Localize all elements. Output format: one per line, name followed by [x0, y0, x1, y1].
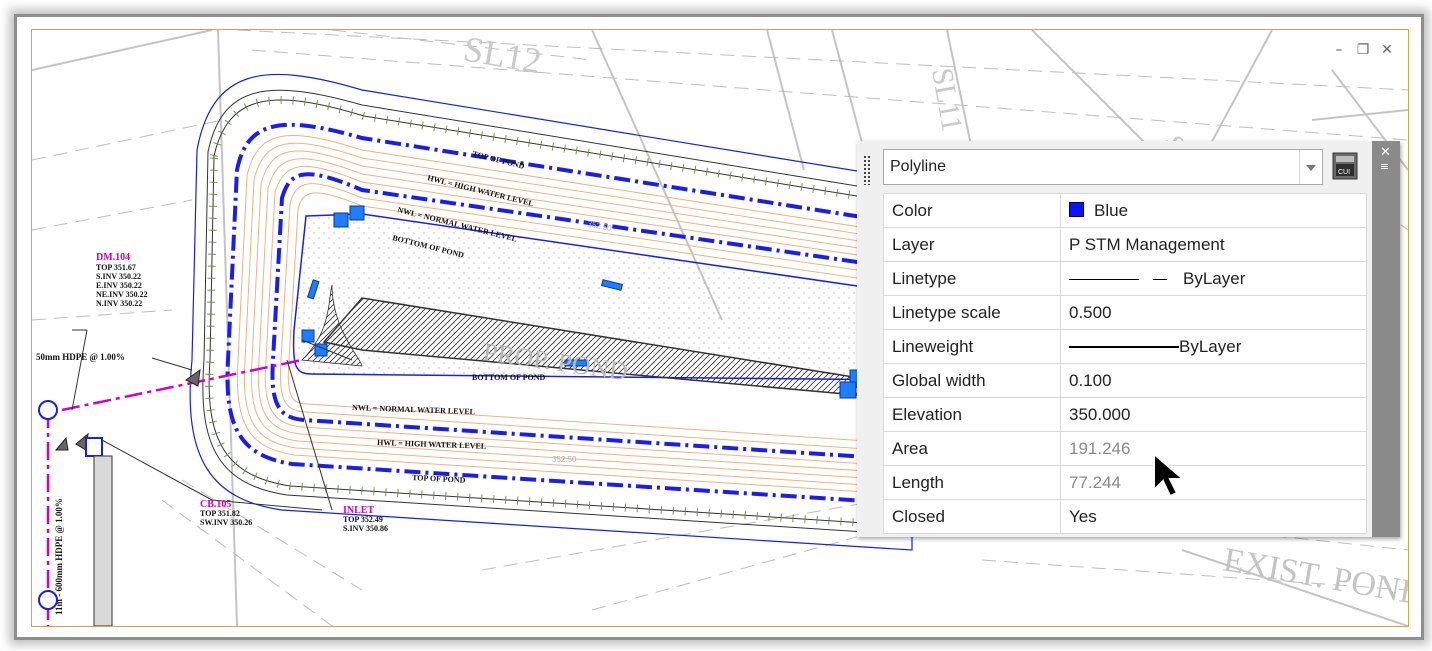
property-value-closed[interactable]: Yes	[1060, 499, 1367, 534]
leader-pipe	[151, 357, 193, 371]
linetype-preview-icon	[1069, 273, 1179, 285]
property-row-closed[interactable]: Closed Yes	[883, 499, 1367, 534]
catch-basin-cb105	[85, 437, 103, 457]
property-value-global-width[interactable]: 0.100	[1060, 363, 1367, 398]
cb105-top: TOP 351.82	[200, 509, 240, 518]
color-swatch-icon	[1069, 201, 1084, 217]
cb105-inv: SW.INV 350.26	[200, 518, 252, 527]
close-icon[interactable]: ✕	[1378, 42, 1396, 58]
dm104-top: TOP 351.67	[96, 263, 136, 272]
inlet-inv: S.INV 350.86	[343, 524, 388, 533]
inlet-name: INLET	[343, 505, 374, 516]
property-key: Color	[883, 193, 1061, 228]
cui-label: CUI	[1338, 169, 1350, 176]
inlet-top: TOP 352.49	[343, 515, 383, 524]
pipe-label: 50mm HDPE @ 1.00%	[36, 352, 125, 362]
properties-grid: Color Blue Layer P STM Management Linety…	[883, 193, 1367, 534]
palette-body: Polyline CUI Color Blue Layer P STM Mana…	[879, 141, 1372, 537]
property-row-elevation[interactable]: Elevation 350.000	[883, 397, 1367, 432]
property-key: Linetype scale	[883, 295, 1061, 330]
viewport-controls: – ❐ ✕	[1330, 42, 1396, 58]
property-key: Area	[883, 431, 1061, 466]
property-row-lineweight[interactable]: Lineweight ByLayer	[883, 329, 1367, 364]
label-hwl-2: HWL = HIGH WATER LEVEL	[377, 438, 486, 451]
parcel-label-sl12: SL12	[461, 30, 545, 81]
vertical-pipe-label: 11m - 600mm HDPE @ 1.00%	[54, 498, 64, 615]
close-icon[interactable]: ✕	[1380, 145, 1391, 160]
object-type-value: Polyline	[890, 158, 947, 175]
chevron-down-icon[interactable]	[1299, 150, 1322, 184]
label-top-of-pond-2: TOP OF POND	[412, 473, 466, 485]
property-row-global-width[interactable]: Global width 0.100	[883, 363, 1367, 398]
property-value-lineweight[interactable]: ByLayer	[1060, 329, 1367, 364]
property-value-linetype-scale[interactable]: 0.500	[1060, 295, 1367, 330]
property-key: Elevation	[883, 397, 1061, 432]
property-value-layer[interactable]: P STM Management	[1060, 227, 1367, 262]
property-row-linetype-scale[interactable]: Linetype scale 0.500	[883, 295, 1367, 330]
leader-dm	[71, 329, 88, 411]
cb105-name: CB.105	[200, 499, 231, 510]
dm104-ninv: N.INV 350.22	[96, 299, 142, 308]
dm104-neinv: NE.INV 350.22	[96, 290, 148, 299]
property-key: Lineweight	[883, 329, 1061, 364]
exist-pond-label: EXIST. POND	[1221, 541, 1408, 613]
property-key: Closed	[883, 499, 1061, 534]
pipe-corridor	[93, 455, 113, 626]
leader-cb	[101, 439, 213, 501]
dm104-einv: E.INV 350.22	[96, 281, 142, 290]
grip-icon	[863, 155, 871, 185]
property-value-color[interactable]: Blue	[1060, 193, 1367, 228]
property-row-length: Length 77.244	[883, 465, 1367, 500]
object-type-dropdown[interactable]: Polyline	[883, 149, 1323, 185]
palette-rail: ✕ ≡	[1372, 141, 1400, 537]
property-row-layer[interactable]: Layer P STM Management	[883, 227, 1367, 262]
property-row-linetype[interactable]: Linetype ByLayer	[883, 261, 1367, 296]
property-key: Length	[883, 465, 1061, 500]
lineweight-value: ByLayer	[1179, 336, 1242, 356]
property-value-area: 191.246	[1060, 431, 1367, 466]
mouse-cursor-icon	[1153, 452, 1186, 498]
dm104-name: DM.104	[96, 252, 130, 263]
property-key: Linetype	[883, 261, 1061, 296]
contour-label-2: 352.50	[552, 455, 577, 464]
property-key: Layer	[883, 227, 1061, 262]
quick-properties-palette[interactable]: Polyline CUI Color Blue Layer P STM Mana…	[857, 141, 1400, 537]
lineweight-preview-icon	[1069, 341, 1179, 353]
linetype-value: ByLayer	[1183, 268, 1246, 288]
storm-pipe	[46, 358, 303, 626]
parcel-label-sl11: SL11	[925, 65, 969, 134]
minimize-icon[interactable]: –	[1330, 42, 1348, 58]
property-row-area: Area 191.246	[883, 431, 1367, 466]
pond-outline	[189, 73, 916, 551]
cui-icon[interactable]: CUI	[1331, 151, 1359, 181]
property-value-length: 77.244	[1060, 465, 1367, 500]
label-bottom-2: BOTTOM OF POND	[472, 373, 546, 382]
label-nwl-2: NWL = NORMAL WATER LEVEL	[352, 403, 475, 416]
color-value: Blue	[1094, 200, 1129, 220]
menu-icon[interactable]: ≡	[1380, 161, 1389, 172]
manhole-dm104	[38, 400, 58, 420]
label-top-of-pond-1: TOP OF POND	[472, 149, 526, 171]
property-value-elevation[interactable]: 350.000	[1060, 397, 1367, 432]
dm104-sinv: S.INV 350.22	[96, 272, 141, 281]
property-row-color[interactable]: Color Blue	[883, 193, 1367, 228]
restore-icon[interactable]: ❐	[1354, 42, 1372, 58]
property-key: Global width	[883, 363, 1061, 398]
property-value-linetype[interactable]: ByLayer	[1060, 261, 1367, 296]
palette-grip[interactable]	[857, 141, 880, 537]
